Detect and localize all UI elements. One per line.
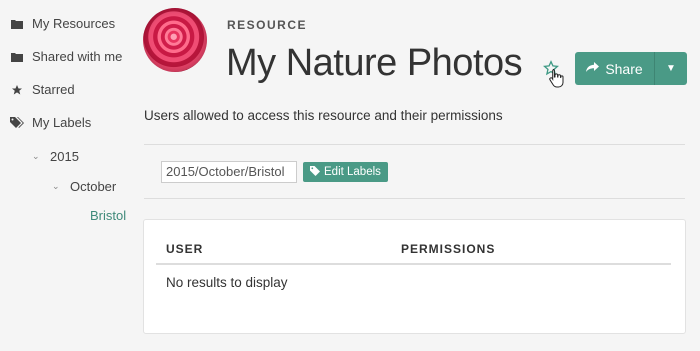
share-button-group: Share ▼ (575, 52, 687, 85)
page-title: My Nature Photos (226, 42, 523, 84)
tree-item-label: 2015 (50, 149, 79, 164)
sidebar-item-starred[interactable]: Starred (10, 82, 75, 97)
hand-cursor-icon (548, 68, 566, 88)
caret-down-icon: ▼ (666, 63, 676, 74)
column-header-user[interactable]: USER (166, 242, 203, 256)
folder-icon (10, 50, 24, 64)
star-icon (10, 83, 24, 97)
resource-thumbnail (143, 8, 207, 72)
share-button-label: Share (605, 60, 643, 77)
chevron-down-icon: ⌄ (32, 151, 40, 161)
folder-icon (10, 17, 24, 31)
share-button[interactable]: Share (575, 52, 655, 85)
column-header-permissions[interactable]: PERMISSIONS (401, 242, 495, 256)
chevron-down-icon: ⌄ (52, 181, 60, 191)
share-arrow-icon (586, 61, 600, 76)
tree-item-2015[interactable]: ⌄ 2015 (32, 149, 79, 164)
labels-field[interactable]: 2015/October/Bristol (161, 161, 297, 183)
resource-eyebrow: RESOURCE (227, 18, 308, 32)
sidebar-item-my-labels[interactable]: My Labels (10, 115, 91, 130)
edit-labels-label: Edit Labels (324, 166, 381, 178)
edit-labels-button[interactable]: Edit Labels (303, 162, 388, 182)
tree-item-bristol[interactable]: Bristol (90, 208, 126, 223)
share-dropdown-toggle[interactable]: ▼ (655, 52, 687, 85)
sidebar-item-my-resources[interactable]: My Resources (10, 16, 115, 31)
sidebar-item-label: Starred (32, 82, 75, 97)
page-description: Users allowed to access this resource an… (144, 108, 503, 123)
sidebar-item-label: My Resources (32, 16, 116, 31)
sidebar-item-label: My Labels (32, 115, 92, 130)
tree-item-label: Bristol (90, 208, 127, 223)
empty-state-text: No results to display (166, 275, 288, 290)
tree-item-october[interactable]: ⌄ October (52, 179, 116, 194)
sidebar-item-shared-with-me[interactable]: Shared with me (10, 49, 122, 64)
tag-icon (310, 165, 320, 179)
tags-icon (10, 116, 24, 130)
sidebar-item-label: Shared with me (32, 49, 123, 64)
sidebar: My Resources Shared with me Starred My L… (0, 0, 135, 351)
divider (144, 144, 685, 145)
tree-item-label: October (70, 179, 117, 194)
divider (144, 198, 685, 199)
table-header-divider (156, 263, 671, 265)
permissions-table: USER PERMISSIONS No results to display (143, 219, 686, 334)
